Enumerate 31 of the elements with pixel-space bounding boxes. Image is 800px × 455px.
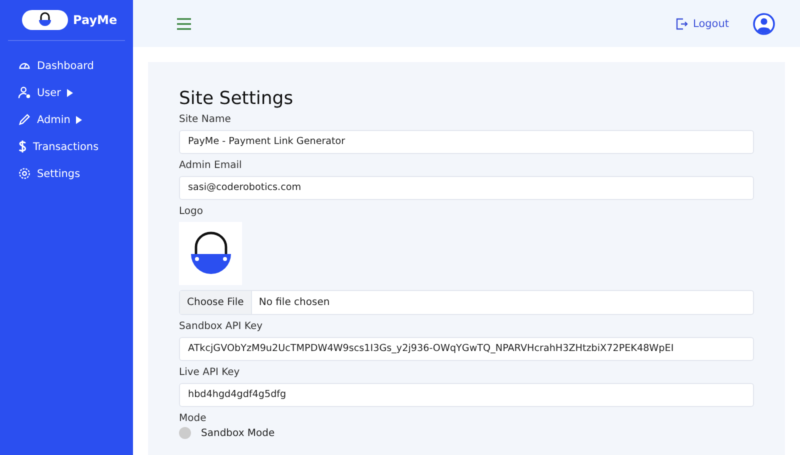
field-label: Admin Email <box>179 160 243 172</box>
radio-button[interactable] <box>179 427 191 439</box>
sidebar-item[interactable]: Dashboard <box>0 52 133 79</box>
sidebar-item[interactable]: Transactions <box>0 133 133 160</box>
input-field[interactable]: sasi@coderobotics.com <box>179 176 754 200</box>
menu-button[interactable] <box>177 18 191 30</box>
field-label: Live API Key <box>179 367 241 379</box>
field-label: Sandbox API Key <box>179 321 264 333</box>
input-field[interactable]: hbd4hgd4gdf4g5dfg <box>179 383 754 407</box>
logout-link[interactable]: Logout <box>676 18 729 30</box>
pencil-icon <box>18 113 31 126</box>
file-status: No file chosen <box>258 296 330 310</box>
choose-file-button[interactable]: Choose File <box>180 291 252 314</box>
sidebar-item[interactable]: Admin <box>0 106 133 133</box>
dollar-icon <box>18 140 27 153</box>
sidebar-item[interactable]: Settings <box>0 160 133 187</box>
logout-icon <box>676 18 688 30</box>
avatar-icon[interactable] <box>753 12 775 34</box>
field-label: Site Name <box>179 114 232 126</box>
user-icon <box>18 86 31 99</box>
page-title: Site Settings <box>179 88 294 109</box>
gear-icon <box>18 167 31 180</box>
input-field[interactable]: PayMe - Payment Link Generator <box>179 130 754 154</box>
sidebar-item[interactable]: User <box>0 79 133 106</box>
file-input[interactable]: Choose File No file chosen <box>179 290 754 315</box>
input-field[interactable]: ATkcjGVObYzM9u2UcTMPDW4W9scs1I3Gs_y2j936-OWqYGwTQ_NPARVHcrahH3ZHtzbiX72PEK48WpEI <box>179 337 754 361</box>
basket-icon <box>37 12 53 28</box>
field-label: Logo <box>179 206 204 218</box>
brand-name: PayMe <box>73 13 118 27</box>
radio-label: Sandbox Mode <box>201 428 275 438</box>
field-label: Mode <box>179 413 208 425</box>
